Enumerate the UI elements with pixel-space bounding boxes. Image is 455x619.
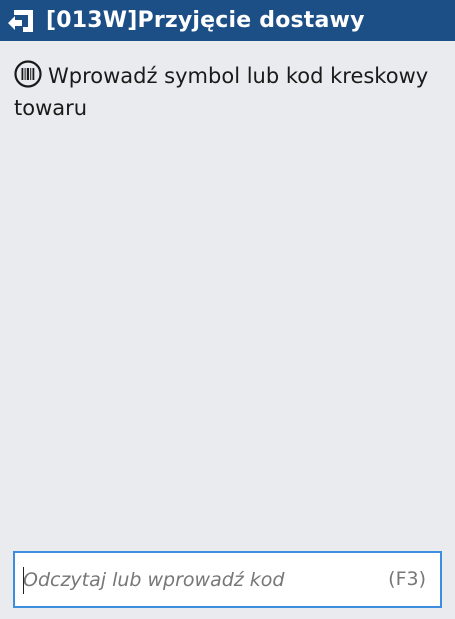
scan-input-container[interactable]: (F3) — [13, 551, 442, 608]
text-caret — [23, 567, 24, 594]
barcode-icon — [14, 60, 42, 88]
back-arrow-icon — [8, 10, 33, 32]
page-title: [013W]Przyjęcie dostawy — [46, 8, 365, 33]
instruction-prompt: Wprowadź symbol lub kod kreskowy towaru — [14, 60, 434, 124]
screen: [013W]Przyjęcie dostawy Wprowadź symbol … — [0, 0, 455, 619]
scan-input[interactable] — [15, 553, 440, 606]
title-bar: [013W]Przyjęcie dostawy — [0, 0, 455, 41]
back-button[interactable] — [6, 5, 38, 37]
instruction-text: Wprowadź symbol lub kod kreskowy towaru — [14, 64, 429, 120]
